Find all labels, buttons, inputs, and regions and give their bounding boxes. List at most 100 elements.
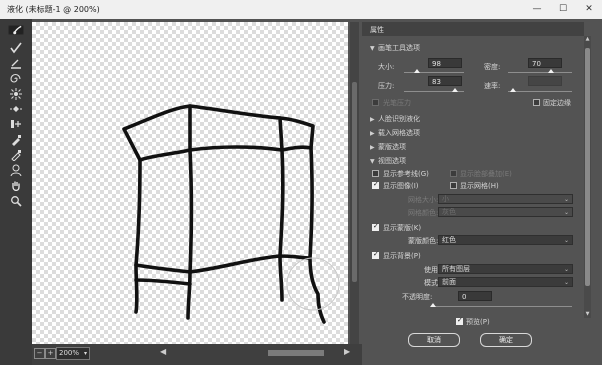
size-label: 大小: [378, 63, 395, 71]
mesh-color-select[interactable]: 灰色 ⌄ [438, 207, 573, 217]
show-backdrop-checkbox[interactable] [372, 250, 379, 259]
size-slider-knob[interactable] [414, 69, 420, 73]
mesh-size-value: 小 [442, 195, 449, 203]
canvas-vertical-scrollbar[interactable] [350, 22, 359, 344]
show-guides-checkbox[interactable] [372, 170, 379, 177]
view-options-section-header[interactable]: ▼ 视图选项 [370, 156, 406, 166]
zoom-in-button[interactable]: + [45, 348, 56, 359]
tool-bar [0, 19, 32, 365]
rate-input[interactable] [528, 76, 562, 86]
forward-warp-tool-icon[interactable] [8, 25, 24, 35]
expand-triangle-icon: ▼ [370, 45, 375, 52]
mask-options-section-header[interactable]: ▶ 蒙版选项 [370, 142, 406, 152]
show-image-label: 显示图像(I) [383, 182, 419, 190]
show-mesh-checkbox[interactable] [450, 182, 457, 189]
pucker-tool-icon[interactable] [8, 87, 24, 101]
twirl-tool-icon[interactable] [8, 72, 24, 86]
preview-checkbox[interactable] [456, 316, 463, 325]
mesh-size-label: 网格大小: [408, 196, 439, 204]
face-tool-icon[interactable] [8, 163, 24, 177]
canvas-vscroll-thumb[interactable] [352, 82, 357, 282]
smooth-tool-icon[interactable] [8, 56, 24, 70]
preview-label: 预览(P) [466, 318, 490, 326]
chevron-down-icon: ⌄ [563, 209, 569, 216]
ok-button[interactable]: 确定 [480, 333, 532, 347]
liquify-dialog: 液化 (未标题-1 @ 200%) — ☐ ✕ − + 200% ▾ ◀ ▶ 属… [0, 0, 602, 365]
scroll-up-icon[interactable]: ▲ [584, 36, 591, 42]
mode-value: 前面 [442, 278, 456, 286]
mask-color-select[interactable]: 红色 ⌄ [438, 235, 573, 245]
opacity-slider-knob[interactable] [430, 303, 436, 307]
bloat-tool-icon[interactable] [8, 102, 24, 116]
face-aware-section-header[interactable]: ▶ 人脸识别液化 [370, 114, 420, 124]
opacity-slider[interactable] [430, 303, 572, 307]
maximize-icon[interactable]: ☐ [550, 0, 576, 19]
load-mesh-section-header[interactable]: ▶ 载入网格选项 [370, 128, 420, 138]
pressure-input[interactable]: 83 [428, 76, 462, 86]
scroll-down-icon[interactable]: ▼ [584, 311, 591, 317]
panel-scrollbar[interactable]: ▲ ▼ [584, 36, 591, 318]
mesh-size-select[interactable]: 小 ⌄ [438, 194, 573, 204]
density-slider-knob[interactable] [548, 69, 554, 73]
pin-edges-checkbox[interactable] [533, 99, 540, 106]
rate-slider[interactable] [508, 88, 572, 92]
thaw-mask-tool-icon[interactable] [8, 148, 24, 162]
window-title: 液化 (未标题-1 @ 200%) [7, 5, 100, 14]
show-face-overlay-label: 显示脸部叠加(E) [460, 170, 512, 178]
face-aware-section-label: 人脸识别液化 [378, 115, 420, 123]
pressure-label: 压力: [378, 82, 395, 90]
zoom-value: 200% [59, 349, 80, 357]
chevron-down-icon: ⌄ [563, 266, 569, 273]
opacity-input[interactable]: 0 [458, 291, 492, 301]
push-left-tool-icon[interactable] [8, 117, 24, 131]
cancel-button[interactable]: 取消 [408, 333, 460, 347]
chevron-down-icon: ⌄ [563, 237, 569, 244]
scroll-right-icon[interactable]: ▶ [344, 347, 350, 356]
size-slider[interactable] [404, 69, 464, 73]
view-options-section-label: 视图选项 [378, 157, 406, 165]
stylus-pressure-checkbox[interactable] [372, 99, 379, 106]
canvas-hscroll-thumb[interactable] [268, 350, 324, 356]
mask-options-section-label: 蒙版选项 [378, 143, 406, 151]
show-mask-checkbox[interactable] [372, 222, 379, 231]
canvas-status-bar: − + 200% ▾ ◀ ▶ [32, 344, 362, 365]
show-face-overlay-checkbox[interactable] [450, 170, 457, 177]
scroll-left-icon[interactable]: ◀ [160, 347, 166, 356]
pressure-slider[interactable] [404, 88, 464, 92]
pressure-slider-knob[interactable] [452, 88, 458, 92]
properties-title: 属性 [370, 26, 384, 34]
panel-scroll-thumb[interactable] [585, 48, 590, 286]
mesh-color-label: 网格颜色: [408, 209, 439, 217]
properties-panel: 属性 ▼ 画笔工具选项 大小: 98 密度: 70 压力: 83 速率: 光笔压力… [362, 22, 602, 365]
use-select[interactable]: 所有图层 ⌄ [438, 264, 573, 274]
chevron-down-icon: ⌄ [563, 279, 569, 286]
rate-slider-knob[interactable] [510, 88, 516, 92]
brush-section-header[interactable]: ▼ 画笔工具选项 [370, 43, 420, 53]
mode-select[interactable]: 前面 ⌄ [438, 277, 573, 287]
brush-section-label: 画笔工具选项 [378, 44, 420, 52]
minimize-icon[interactable]: — [524, 0, 550, 19]
density-input[interactable]: 70 [528, 58, 562, 68]
reconstruct-tool-icon[interactable] [8, 41, 24, 55]
mask-color-label: 蒙版颜色: [408, 237, 439, 245]
size-input[interactable]: 98 [428, 58, 462, 68]
opacity-label: 不透明度: [402, 293, 433, 301]
density-slider[interactable] [508, 69, 572, 73]
use-value: 所有图层 [442, 265, 470, 273]
zoom-tool-icon[interactable] [8, 194, 24, 208]
freeze-mask-tool-icon[interactable] [8, 133, 24, 147]
density-label: 密度: [484, 63, 501, 71]
expand-triangle-icon: ▼ [370, 158, 375, 165]
collapsed-triangle-icon: ▶ [370, 144, 375, 151]
show-image-checkbox[interactable] [372, 180, 379, 189]
close-icon[interactable]: ✕ [576, 0, 602, 19]
collapsed-triangle-icon: ▶ [370, 130, 375, 137]
preview-canvas[interactable] [32, 22, 348, 344]
properties-header: 属性 [362, 22, 584, 36]
zoom-level-select[interactable]: 200% ▾ [56, 347, 90, 360]
hand-tool-icon[interactable] [8, 179, 24, 193]
pin-edges-label: 固定边缘 [543, 99, 571, 107]
rate-label: 速率: [484, 82, 501, 90]
zoom-out-button[interactable]: − [34, 348, 45, 359]
show-guides-label: 显示参考线(G) [383, 170, 429, 178]
